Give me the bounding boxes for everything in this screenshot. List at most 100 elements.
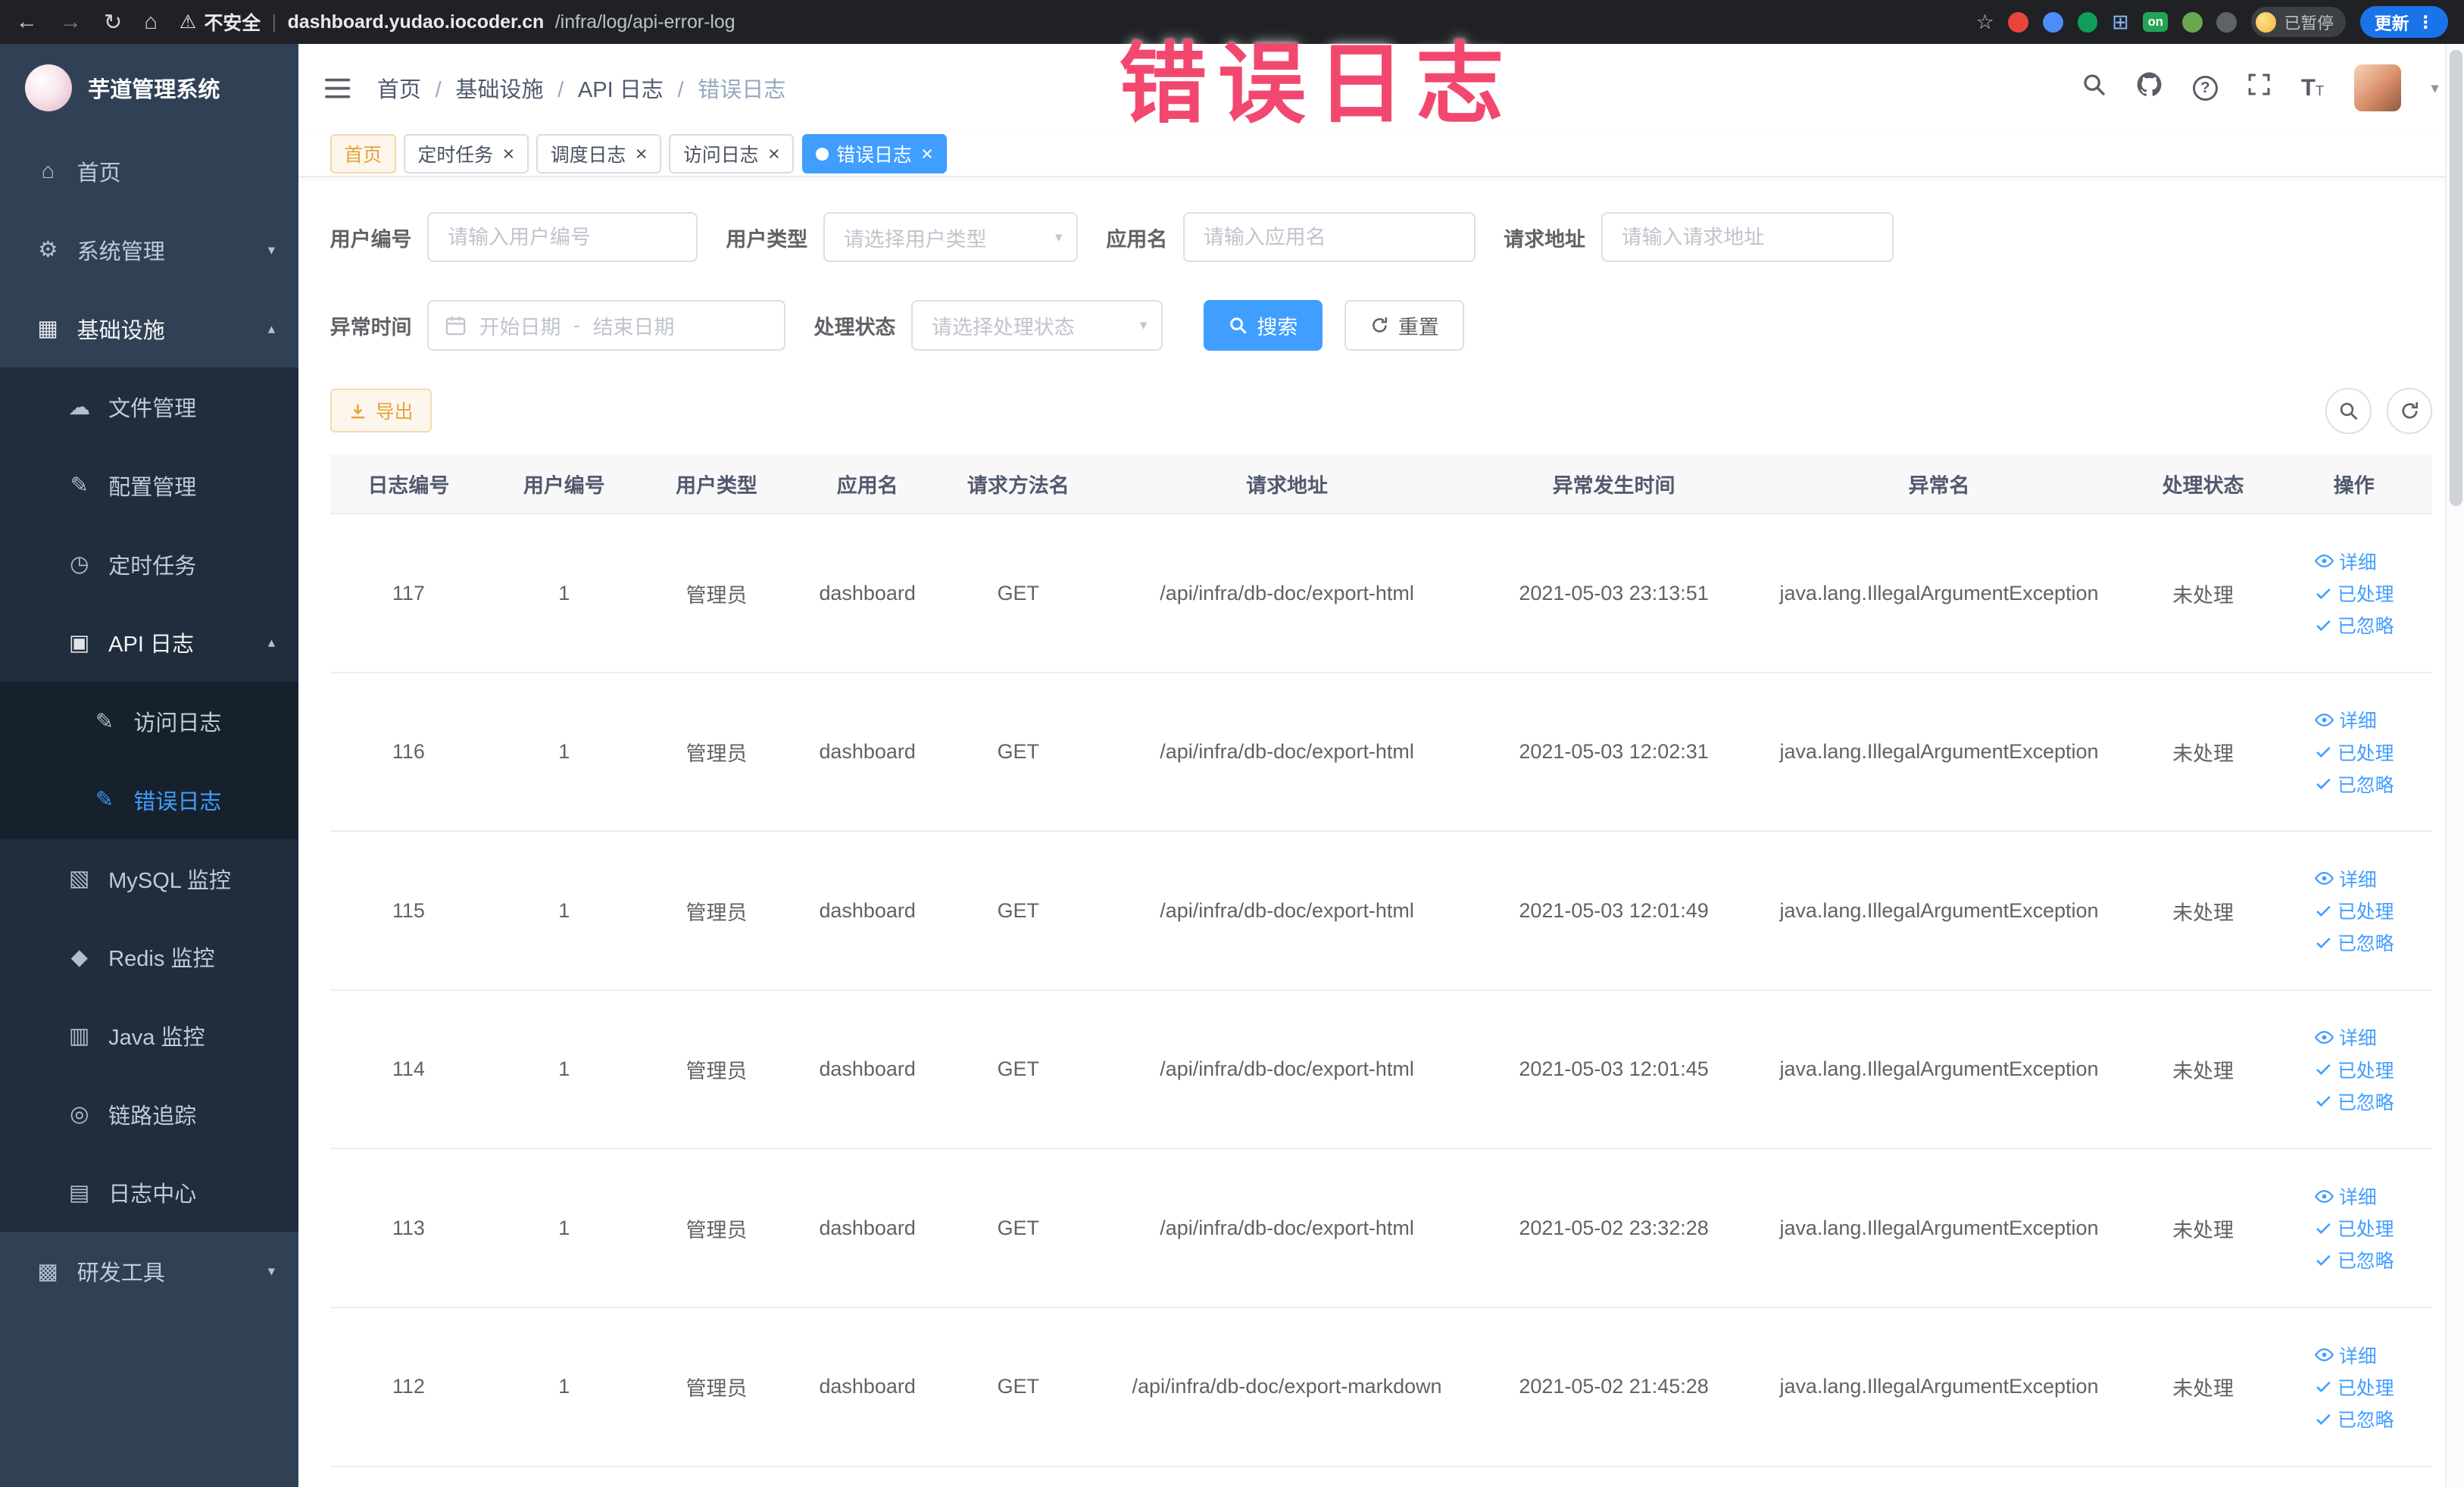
java-monitor-icon: ▥ — [69, 1023, 90, 1048]
sidebar-item-error-logs[interactable]: ✎ 错误日志 — [0, 761, 299, 839]
github-icon[interactable] — [2136, 71, 2163, 105]
close-icon[interactable]: × — [768, 143, 780, 164]
mark-ignored-link[interactable]: 已忽略 — [2314, 1405, 2394, 1432]
detail-link[interactable]: 详细 — [2314, 706, 2377, 733]
cell-request-url: /api/infra/db-doc/export-html — [1093, 672, 1481, 833]
mark-ignored-link[interactable]: 已忽略 — [2314, 929, 2394, 956]
sidebar-menu: ⌂ 首页 ⚙ 系统管理 ▾ ▦ 基础设施 ▴ ☁ 文件管理 ✎ 配置管理 ◷ 定… — [0, 132, 299, 1486]
close-icon[interactable]: × — [636, 143, 648, 164]
mark-processed-link[interactable]: 已处理 — [2314, 579, 2394, 607]
detail-link[interactable]: 详细 — [2314, 548, 2377, 575]
table-toolbar: 导出 — [329, 388, 2433, 434]
view-icon — [2314, 1189, 2334, 1203]
sidebar-item-config-management[interactable]: ✎ 配置管理 — [0, 446, 299, 525]
sidebar-item-system-management[interactable]: ⚙ 系统管理 ▾ — [0, 211, 298, 289]
extension-icon-leaf[interactable] — [2181, 11, 2203, 33]
mark-ignored-link[interactable]: 已忽略 — [2314, 1246, 2394, 1273]
sidebar-item-file-management[interactable]: ☁ 文件管理 — [0, 367, 299, 447]
extension-icon-red[interactable] — [2008, 11, 2029, 33]
tab[interactable]: 访问日志 × — [669, 134, 795, 174]
search-icon[interactable] — [2081, 72, 2106, 104]
filter-row-1: 用户编号 用户类型 请选择用户类型 ▾ 应用名 — [330, 212, 2433, 263]
close-icon[interactable]: × — [921, 143, 933, 164]
cell-exception-name: java.lang.IllegalArgumentException — [1747, 672, 2131, 833]
font-size-icon[interactable]: TT — [2301, 73, 2324, 102]
search-toggle-button[interactable] — [2325, 388, 2372, 434]
browser-update-button[interactable]: 更新 ⋮ — [2360, 6, 2449, 38]
user-id-input[interactable] — [427, 212, 698, 263]
help-icon[interactable]: ? — [2192, 75, 2218, 101]
detail-link[interactable]: 详细 — [2314, 1023, 2377, 1051]
sidebar-item-api-logs[interactable]: ▣ API 日志 ▴ — [0, 603, 299, 683]
refresh-button[interactable] — [2387, 388, 2433, 434]
close-icon[interactable]: × — [502, 143, 514, 164]
sidebar-item-dev-tools[interactable]: ▩ 研发工具 ▾ — [0, 1232, 298, 1310]
mark-processed-link[interactable]: 已处理 — [2314, 897, 2394, 924]
sidebar-item-java-monitor[interactable]: ▥ Java 监控 — [0, 996, 299, 1075]
redis-monitor-icon: ◆ — [70, 945, 88, 970]
sidebar-item-scheduled-tasks[interactable]: ◷ 定时任务 — [0, 524, 299, 604]
user-type-select[interactable]: 请选择用户类型 ▾ — [823, 212, 1079, 263]
tab[interactable]: 首页 × — [329, 134, 396, 174]
mark-processed-link[interactable]: 已处理 — [2314, 739, 2394, 766]
table-row: 115 1 管理员 dashboard GET /api/infra/db-do… — [329, 831, 2433, 991]
extension-icon-blue[interactable] — [2042, 11, 2063, 33]
reload-icon[interactable]: ↻ — [104, 9, 122, 36]
script-paused-chip[interactable]: 已暂停 — [2251, 7, 2347, 37]
mark-ignored-link[interactable]: 已忽略 — [2314, 1088, 2394, 1115]
search-button[interactable]: 搜索 — [1203, 300, 1323, 351]
extension-icon-dark[interactable] — [2216, 11, 2238, 33]
security-warning[interactable]: ⚠ 不安全 — [180, 8, 261, 36]
scrollbar-thumb[interactable] — [2450, 50, 2462, 506]
sidebar-item-infrastructure[interactable]: ▦ 基础设施 ▴ — [0, 289, 298, 368]
breadcrumb-item[interactable]: 基础设施 — [421, 72, 543, 104]
cell-exception-name: java.lang.IllegalArgumentException — [1747, 514, 2131, 673]
screen: ← → ↻ ⌂ ⚠ 不安全 | dashboard.yudao.iocoder.… — [0, 0, 2464, 1487]
sidebar-item-access-logs[interactable]: ✎ 访问日志 — [0, 682, 299, 761]
sidebar-item-mysql-monitor[interactable]: ▧ MySQL 监控 — [0, 839, 299, 918]
cell-user-id: 1 — [487, 1307, 642, 1467]
logo-avatar — [25, 64, 73, 112]
process-status-select[interactable]: 请选择处理状态 ▾ — [911, 300, 1163, 351]
app-logo[interactable]: 芋道管理系统 — [0, 44, 298, 132]
request-url-input[interactable] — [1601, 212, 1894, 263]
detail-link[interactable]: 详细 — [2314, 1182, 2377, 1210]
sidebar-item-log-center[interactable]: ▤ 日志中心 — [0, 1153, 299, 1232]
hamburger-icon[interactable] — [323, 76, 351, 101]
mark-ignored-link[interactable]: 已忽略 — [2314, 611, 2394, 639]
sidebar-item-redis-monitor[interactable]: ◆ Redis 监控 — [0, 917, 299, 997]
address-bar[interactable]: ⚠ 不安全 | dashboard.yudao.iocoder.cn/infra… — [180, 8, 735, 36]
forward-icon[interactable]: → — [60, 10, 82, 35]
extension-on-badge[interactable]: on — [2143, 11, 2169, 33]
fullscreen-icon[interactable] — [2247, 73, 2271, 103]
breadcrumb-item[interactable]: 错误日志 — [664, 72, 785, 104]
sidebar-item-trace[interactable]: ◎ 链路追踪 — [0, 1074, 299, 1154]
avatar-caret-icon[interactable]: ▾ — [2431, 79, 2438, 98]
export-button[interactable]: 导出 — [329, 389, 433, 433]
tab[interactable]: 错误日志 × — [801, 134, 948, 174]
user-avatar[interactable] — [2353, 64, 2401, 112]
app-name-input[interactable] — [1182, 212, 1476, 263]
back-icon[interactable]: ← — [16, 10, 38, 35]
breadcrumb-item[interactable]: API 日志 — [543, 72, 664, 104]
home-icon[interactable]: ⌂ — [144, 10, 158, 35]
sidebar-item-home[interactable]: ⌂ 首页 — [0, 132, 298, 211]
mark-processed-link[interactable]: 已处理 — [2314, 1214, 2394, 1242]
breadcrumb-item[interactable]: 首页 — [377, 72, 421, 104]
cell-exception-name: java.lang.IllegalArgumentException — [1747, 831, 2131, 991]
bookmark-star-icon[interactable]: ☆ — [1975, 11, 1994, 34]
detail-link[interactable]: 详细 — [2314, 865, 2377, 892]
mark-processed-link[interactable]: 已处理 — [2314, 1056, 2394, 1083]
detail-link[interactable]: 详细 — [2314, 1342, 2377, 1369]
mark-ignored-link[interactable]: 已忽略 — [2314, 770, 2394, 798]
scrollbar[interactable] — [2445, 44, 2464, 1487]
detail-link-label: 详细 — [2339, 869, 2377, 891]
date-range-picker[interactable]: 开始日期 - 结束日期 — [427, 300, 786, 351]
cell-exception-time: 2021-05-03 12:02:31 — [1480, 672, 1747, 833]
tab[interactable]: 调度日志 × — [536, 134, 662, 174]
extension-icon-green[interactable] — [2077, 11, 2098, 33]
reset-button[interactable]: 重置 — [1344, 300, 1464, 351]
tab[interactable]: 定时任务 × — [403, 134, 529, 174]
mark-processed-link[interactable]: 已处理 — [2314, 1373, 2394, 1401]
extension-grid-icon[interactable]: ⊞ — [2112, 11, 2129, 34]
